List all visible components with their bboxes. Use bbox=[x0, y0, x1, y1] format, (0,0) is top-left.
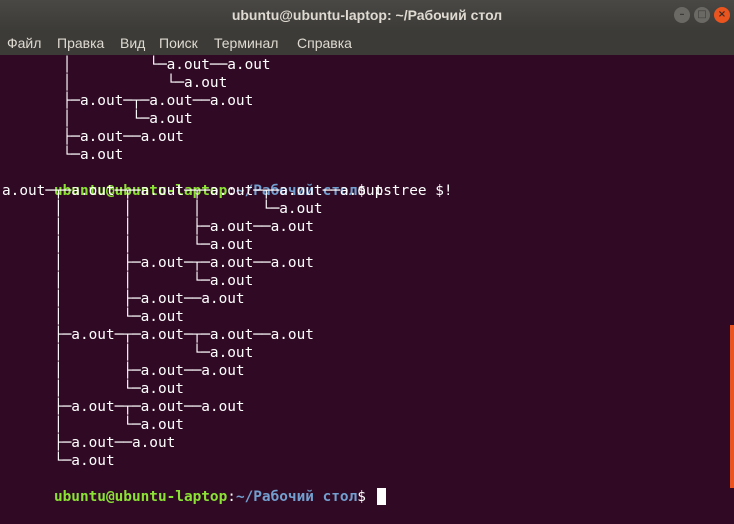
minimize-icon[interactable]: – bbox=[674, 7, 690, 23]
maximize-icon[interactable]: □ bbox=[694, 7, 710, 23]
cursor bbox=[376, 488, 386, 505]
title-bar[interactable]: ubuntu@ubuntu-laptop: ~/Рабочий стол – □… bbox=[0, 0, 734, 31]
tree-line: │ ├─a.out─┬─a.out──a.out bbox=[2, 255, 314, 271]
menu-view[interactable]: Вид bbox=[120, 31, 145, 55]
tree-line: └─a.out bbox=[2, 147, 124, 163]
tree-line: │ └─a.out bbox=[2, 309, 184, 325]
close-icon[interactable]: × bbox=[714, 7, 730, 23]
tree-line: │ ├─a.out──a.out bbox=[2, 363, 245, 379]
command-text: pstree $! bbox=[374, 183, 453, 199]
tree-line: │ └─a.out bbox=[2, 417, 184, 433]
tree-line: └─a.out bbox=[2, 453, 115, 469]
menu-bar: Файл Правка Вид Поиск Терминал Справка bbox=[0, 31, 734, 55]
tree-line: │ └─a.out bbox=[2, 381, 184, 397]
terminal-output[interactable]: │ └─a.out──a.out │ └─a.out ├─a.out─┬─a.o… bbox=[0, 55, 734, 505]
tree-line: │ │ │ └─a.out bbox=[2, 201, 323, 217]
tree-line: │ │ └─a.out bbox=[2, 273, 254, 289]
tree-line: ├─a.out──a.out bbox=[2, 129, 184, 145]
terminal-window: ubuntu@ubuntu-laptop: ~/Рабочий стол – □… bbox=[0, 0, 734, 505]
menu-search[interactable]: Поиск bbox=[159, 31, 198, 55]
tree-line: ├─a.out──a.out bbox=[2, 435, 176, 451]
window-title: ubuntu@ubuntu-laptop: ~/Рабочий стол bbox=[231, 7, 503, 23]
tree-line: │ └─a.out bbox=[2, 75, 228, 91]
prompt-separator: : bbox=[227, 489, 236, 505]
prompt-path: ~/Рабочий стол bbox=[235, 489, 358, 505]
tree-line: a.out─┬─a.out─┬─a.out─┬─a.out─┬─a.out──a… bbox=[2, 183, 384, 199]
tree-line: │ │ ├─a.out──a.out bbox=[2, 219, 314, 235]
tree-line: │ │ └─a.out bbox=[2, 345, 254, 361]
prompt-end: $ bbox=[357, 489, 375, 505]
tree-line: ├─a.out─┬─a.out──a.out bbox=[2, 93, 254, 109]
tree-line: ├─a.out─┬─a.out─┬─a.out──a.out bbox=[2, 327, 314, 343]
tree-line: ├─a.out─┬─a.out──a.out bbox=[2, 399, 245, 415]
tree-line: │ │ └─a.out bbox=[2, 237, 254, 253]
scrollbar[interactable] bbox=[730, 325, 734, 488]
menu-file[interactable]: Файл bbox=[7, 31, 41, 55]
prompt-user: ubuntu@ubuntu-laptop bbox=[53, 489, 228, 505]
prompt-line: ubuntu@ubuntu-laptop:~/Рабочий стол$ pst… bbox=[2, 164, 453, 199]
menu-terminal[interactable]: Терминал bbox=[214, 31, 278, 55]
menu-edit[interactable]: Правка bbox=[57, 31, 104, 55]
tree-line: │ └─a.out──a.out bbox=[2, 57, 271, 73]
menu-help[interactable]: Справка bbox=[297, 31, 352, 55]
tree-line: │ └─a.out bbox=[2, 111, 193, 127]
prompt-line[interactable]: ubuntu@ubuntu-laptop:~/Рабочий стол$ bbox=[2, 470, 386, 505]
tree-line: │ ├─a.out──a.out bbox=[2, 291, 245, 307]
